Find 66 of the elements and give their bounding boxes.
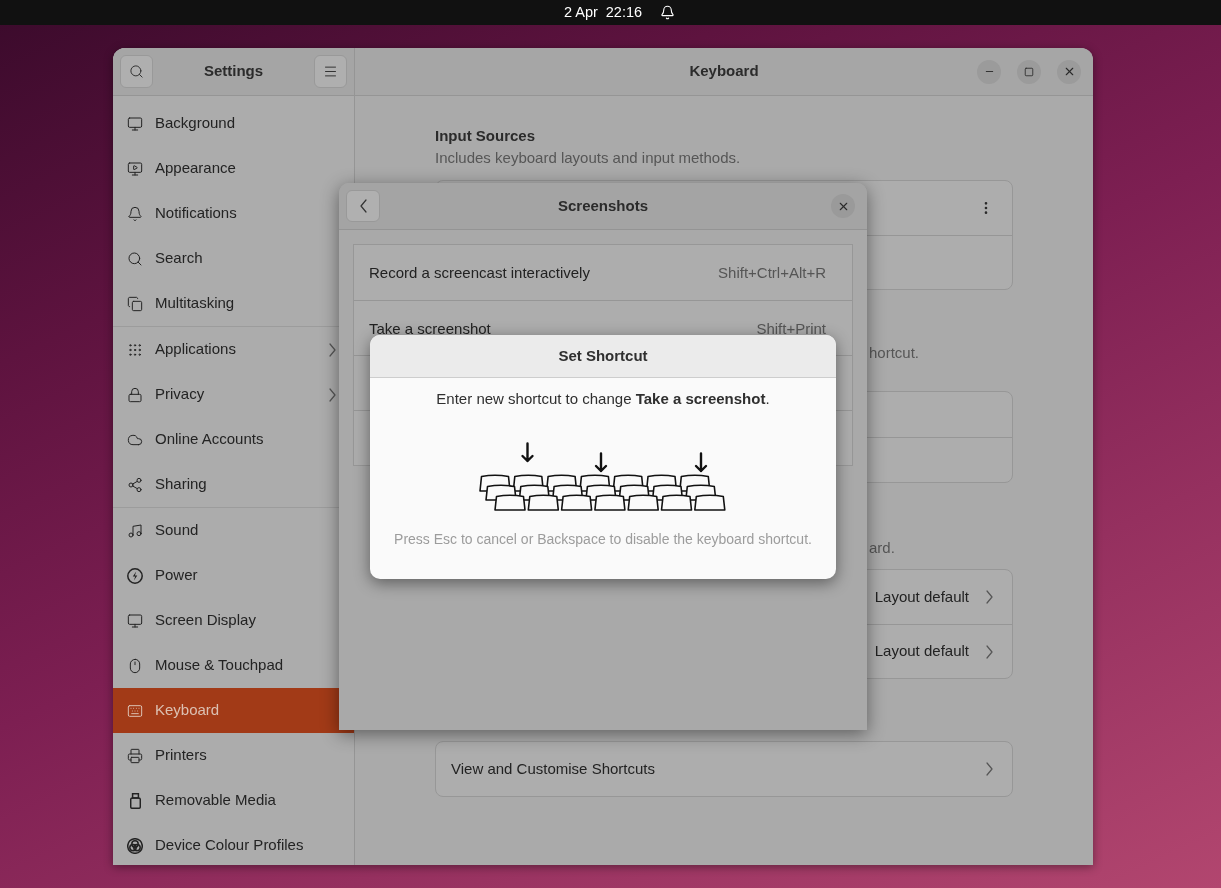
section-description: hortcut. — [869, 344, 920, 361]
close-button[interactable] — [1057, 59, 1081, 84]
shortcut-message: Enter new shortcut to change Take a screenshot. — [436, 389, 770, 409]
chevron-left-icon — [359, 199, 367, 213]
row-value: Layout default — [874, 586, 969, 607]
sidebar-item[interactable]: Sharing — [113, 462, 354, 507]
printer-icon — [127, 747, 143, 764]
sidebar-item[interactable]: Background — [113, 101, 354, 146]
bell-icon — [127, 205, 143, 222]
window-title: Keyboard — [689, 61, 759, 82]
sidebar-title: Settings — [203, 61, 264, 82]
lock-icon — [127, 386, 143, 403]
sidebar-item[interactable]: Privacy — [113, 372, 354, 417]
dialog-title: Set Shortcut — [558, 345, 648, 366]
monitor-play-icon — [127, 160, 143, 177]
sidebar-item[interactable]: Power — [113, 553, 354, 598]
sidebar-item[interactable]: Notifications — [113, 191, 354, 236]
sidebar-item[interactable]: Appearance — [113, 146, 354, 191]
sidebar-item[interactable]: Removable Media — [113, 778, 354, 823]
sidebar-item[interactable]: Mouse & Touchpad — [113, 643, 354, 688]
sidebar-item[interactable]: Multitasking — [113, 281, 354, 326]
row-label[interactable]: View and Customise Shortcuts — [451, 757, 655, 781]
shortcut-label[interactable]: Record a screencast interactively — [369, 265, 590, 280]
back-button[interactable] — [346, 190, 380, 222]
monitor-icon — [127, 612, 143, 629]
usb-stick-icon — [129, 792, 141, 809]
search-icon — [127, 250, 143, 267]
row-value: Layout default — [874, 641, 969, 662]
section-description: ard. — [869, 539, 895, 556]
sidebar-item[interactable]: Online Accounts — [113, 417, 354, 462]
sidebar-item[interactable]: Printers — [113, 733, 354, 778]
menu-button[interactable] — [314, 55, 347, 88]
overlapping-circles-icon — [127, 837, 143, 854]
shortcut-keys: Shift+Print — [756, 320, 826, 336]
chevron-right-icon — [986, 762, 993, 776]
shortcut-keys: Shift+Ctrl+Alt+R — [718, 265, 826, 280]
sidebar-item[interactable]: Applications — [113, 327, 354, 372]
sidebar-item[interactable]: Screen Display — [113, 598, 354, 643]
shortcut-label[interactable]: Take a screenshot — [369, 320, 491, 336]
sidebar-item[interactable]: Keyboard — [113, 688, 354, 733]
chevron-right-icon — [986, 644, 993, 659]
sidebar-item[interactable]: Sound — [113, 508, 354, 553]
menu-icon — [323, 64, 338, 79]
sidebar-item[interactable]: Device Colour Profiles — [113, 823, 354, 865]
time-label[interactable]: 22:16 — [605, 1, 643, 24]
chevron-right-icon — [986, 590, 993, 604]
section-heading: Input Sources — [435, 126, 536, 146]
section-description: Includes keyboard layouts and input methods. — [435, 149, 741, 166]
share-icon — [127, 476, 143, 493]
date-label[interactable]: 2 Apr — [563, 1, 598, 24]
shortcut-hint: Press Esc to cancel or Backspace to disable the keyboard shortcut. — [394, 530, 812, 549]
monitor-icon — [127, 115, 143, 132]
music-note-icon — [127, 522, 143, 539]
sidebar-item[interactable]: Search — [113, 236, 354, 281]
dot-grid-icon — [127, 341, 143, 358]
lightning-circle-icon — [127, 567, 143, 584]
maximize-icon — [1024, 66, 1034, 77]
search-button[interactable] — [120, 55, 153, 88]
mouse-icon — [127, 657, 143, 674]
maximize-button[interactable] — [1017, 59, 1041, 84]
close-button[interactable] — [831, 194, 855, 218]
keyboard-icon — [127, 702, 143, 719]
search-icon — [129, 64, 144, 79]
bell-icon[interactable] — [660, 5, 676, 20]
dialog-title: Screenshots — [557, 195, 648, 216]
overlapping-windows-icon — [127, 295, 143, 312]
